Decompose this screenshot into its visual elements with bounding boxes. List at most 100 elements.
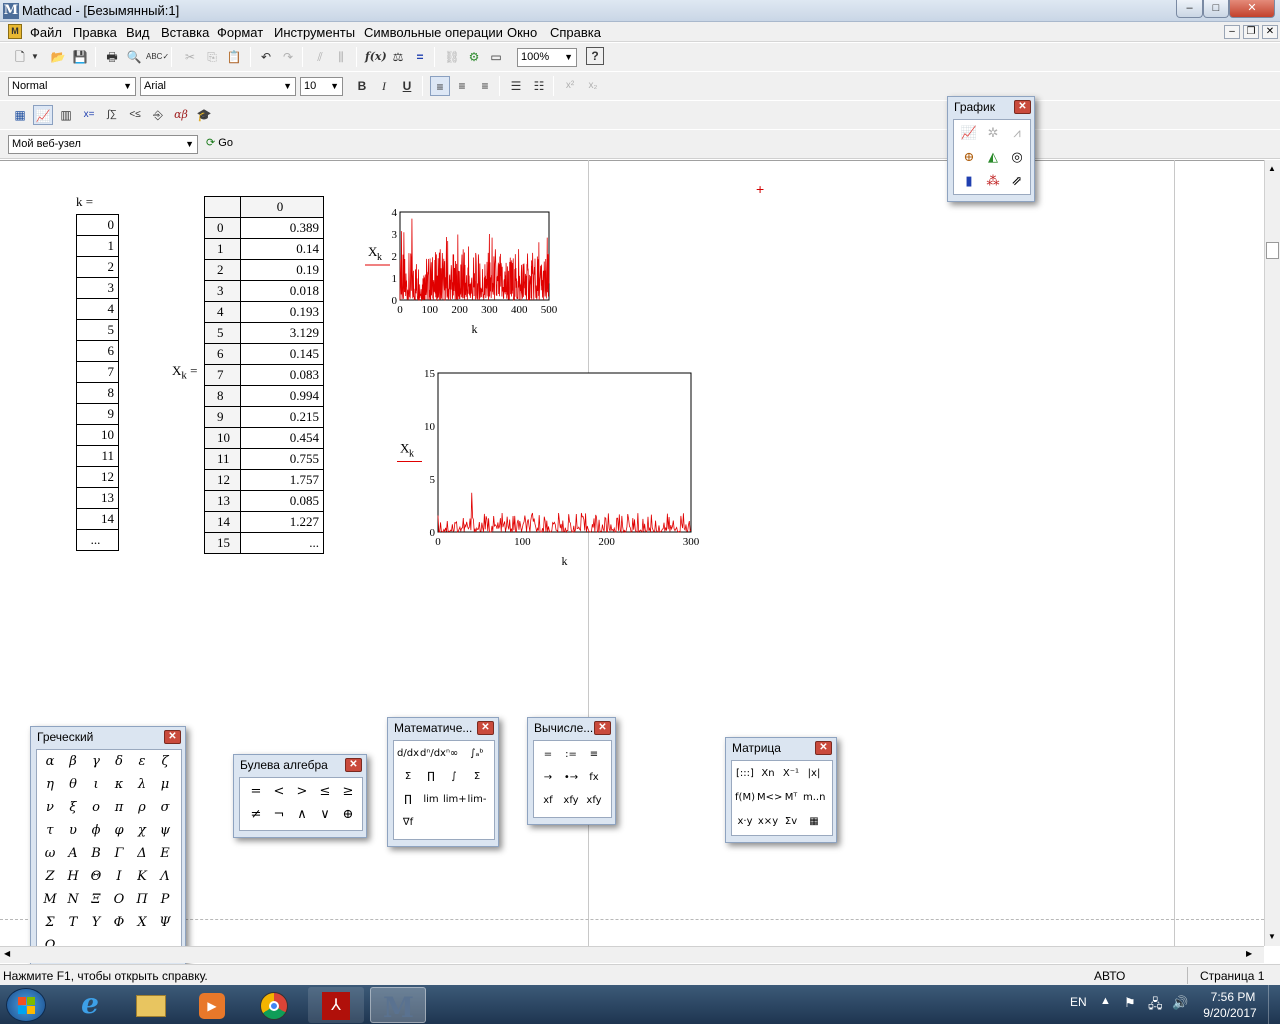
superscript-icon[interactable]: x² [560,76,580,96]
symbolic-toolbar-icon[interactable]: 🎓 [194,105,214,125]
minimize-button[interactable]: – [1176,0,1203,18]
palette-symbol-button[interactable]: ≤ [314,782,336,802]
evaluation-toolbar-icon[interactable]: x= [79,105,99,125]
evaluation-palette-close-button[interactable]: ✕ [594,721,611,735]
palette-symbol-button[interactable]: Σ [397,767,419,787]
new-icon[interactable]: 🗋 [10,47,30,67]
palette-symbol-button[interactable]: xfy [560,791,582,811]
palette-symbol-button[interactable]: := [560,745,582,765]
calculate-icon[interactable]: = [410,47,430,67]
chrome-taskbar-icon[interactable] [246,987,302,1023]
k-range-table[interactable]: 0 1 2 3 4 5 6 7 8 9 10 11 12 13 14... [76,214,119,551]
cut-icon[interactable]: ✂ [180,47,200,67]
network-icon[interactable]: 🖧 [1148,995,1163,1017]
palette-symbol-button[interactable]: θ [62,775,84,795]
font-size-select[interactable]: 10 ▼ [300,77,343,96]
palette-symbol-button[interactable]: ≥ [337,782,359,802]
insert-hyperlink-icon[interactable]: ⛓ [442,47,462,67]
vector-field-icon[interactable]: ⇗ [1006,172,1028,192]
scroll-left-icon[interactable]: ◀ [4,949,10,958]
show-desktop-button[interactable] [1268,985,1280,1024]
palette-symbol-button[interactable]: μ [154,775,176,795]
paste-icon[interactable]: 📋 [224,47,244,67]
palette-symbol-button[interactable]: α [39,752,61,772]
go-button[interactable]: ⟳ Go [206,136,233,149]
graph-palette[interactable]: График ✕ 📈 ✲ ⩘ ⊕ ◭ ◎ ▮ ⁂ ⇗ [947,96,1035,202]
matrix-toolbar-icon[interactable]: ▥ [56,105,76,125]
palette-symbol-button[interactable]: fx [583,768,605,788]
palette-symbol-button[interactable]: < [268,782,290,802]
insert-unit-icon[interactable]: ⚖ [388,47,408,67]
palette-symbol-button[interactable]: lim+ [443,790,467,810]
palette-symbol-button[interactable]: ω [39,844,61,864]
matrix-palette-close-button[interactable]: ✕ [815,741,832,755]
palette-symbol-button[interactable]: = [537,745,559,765]
graph-palette-close-button[interactable]: ✕ [1014,100,1031,114]
start-button[interactable] [6,988,46,1022]
palette-symbol-button[interactable]: σ [154,798,176,818]
show-hidden-icons[interactable]: ▲ [1100,995,1111,1007]
explorer-taskbar-icon[interactable] [123,987,179,1023]
x-result-label[interactable]: Xk = [172,363,197,382]
subscript-icon[interactable]: x₂ [583,76,603,96]
palette-symbol-button[interactable]: ∇f [397,813,419,833]
font-select[interactable]: Arial ▼ [140,77,296,96]
palette-symbol-button[interactable]: •→ [560,768,582,788]
vertical-scrollbar[interactable]: ▲ ▼ [1264,160,1280,946]
copy-icon[interactable]: ⎘ [202,47,222,67]
calculus-toolbar-icon[interactable]: ∫∑ [102,105,122,125]
xy-plot-icon[interactable]: 📈 [958,124,980,144]
palette-symbol-button[interactable]: Ρ [154,890,176,910]
horizontal-scrollbar[interactable]: ◀ ▶ [0,946,1264,963]
palette-symbol-button[interactable]: Ν [62,890,84,910]
web-url-select[interactable]: Мой веб-узел ▼ [8,135,198,154]
action-center-flag-icon[interactable]: ⚑ [1124,995,1136,1011]
plot-large[interactable]: 0 100 200 300051015kX k [395,365,715,570]
add-trace-icon[interactable]: ⩘ [1006,124,1028,144]
palette-symbol-button[interactable]: xf [537,791,559,811]
palette-symbol-button[interactable]: χ [131,821,153,841]
palette-symbol-button[interactable]: τ [39,821,61,841]
calculator-toolbar-icon[interactable]: ▦ [10,105,30,125]
palette-symbol-button[interactable]: Γ [108,844,130,864]
scroll-right-icon[interactable]: ▶ [1246,949,1252,958]
palette-symbol-button[interactable]: > [291,782,313,802]
palette-symbol-button[interactable]: Ε [154,844,176,864]
bar-plot-icon[interactable]: ▮ [958,172,980,192]
palette-symbol-button[interactable]: xfy [583,791,605,811]
palette-symbol-button[interactable]: Τ [62,913,84,933]
media-player-taskbar-icon[interactable]: ▶ [184,987,240,1023]
palette-symbol-button[interactable]: Ξ [85,890,107,910]
palette-symbol-button[interactable]: β [62,752,84,772]
polar-plot-icon[interactable]: ✲ [982,124,1004,144]
palette-symbol-button[interactable]: Ι [108,867,130,887]
palette-symbol-button[interactable]: Μ [39,890,61,910]
new-dropdown-icon[interactable]: ▼ [30,47,40,67]
palette-symbol-button[interactable]: lim [420,790,442,810]
clock-date[interactable]: 9/20/2017 [1198,1006,1262,1020]
palette-symbol-button[interactable]: Ψ [154,913,176,933]
palette-symbol-button[interactable]: φ [108,821,130,841]
palette-symbol-button[interactable]: dⁿ/dxⁿ [420,744,450,764]
k-range-label[interactable]: k = [76,194,93,210]
greek-palette-close-button[interactable]: ✕ [164,730,181,744]
palette-symbol-button[interactable]: Σv [780,812,802,832]
help-icon[interactable]: ? [586,47,604,65]
palette-symbol-button[interactable]: ε [131,752,153,772]
palette-symbol-button[interactable]: Θ [85,867,107,887]
palette-symbol-button[interactable]: ∞ [443,744,465,764]
palette-symbol-button[interactable]: ≠ [245,805,267,825]
palette-symbol-button[interactable]: ο [85,798,107,818]
doc-restore-button[interactable]: ❐ [1243,25,1259,39]
boolean-toolbar-icon[interactable]: <≤ [125,105,145,125]
save-icon[interactable]: 💾 [70,47,90,67]
contour-plot-icon[interactable]: ◎ [1006,148,1028,168]
palette-symbol-button[interactable]: Α [62,844,84,864]
palette-symbol-button[interactable]: ⊕ [337,805,359,825]
palette-symbol-button[interactable]: ρ [131,798,153,818]
palette-symbol-button[interactable]: M<> [757,788,782,808]
calculus-palette[interactable]: Математиче... ✕ d/dx dⁿ/dxⁿ ∞ ∫ₐᵇ Σ ∏ ∫ Σ ∏ lim li… [387,717,499,847]
ie-taskbar-icon[interactable]: e [62,987,118,1023]
palette-symbol-button[interactable]: Σ [466,767,488,787]
palette-symbol-button[interactable]: π [108,798,130,818]
